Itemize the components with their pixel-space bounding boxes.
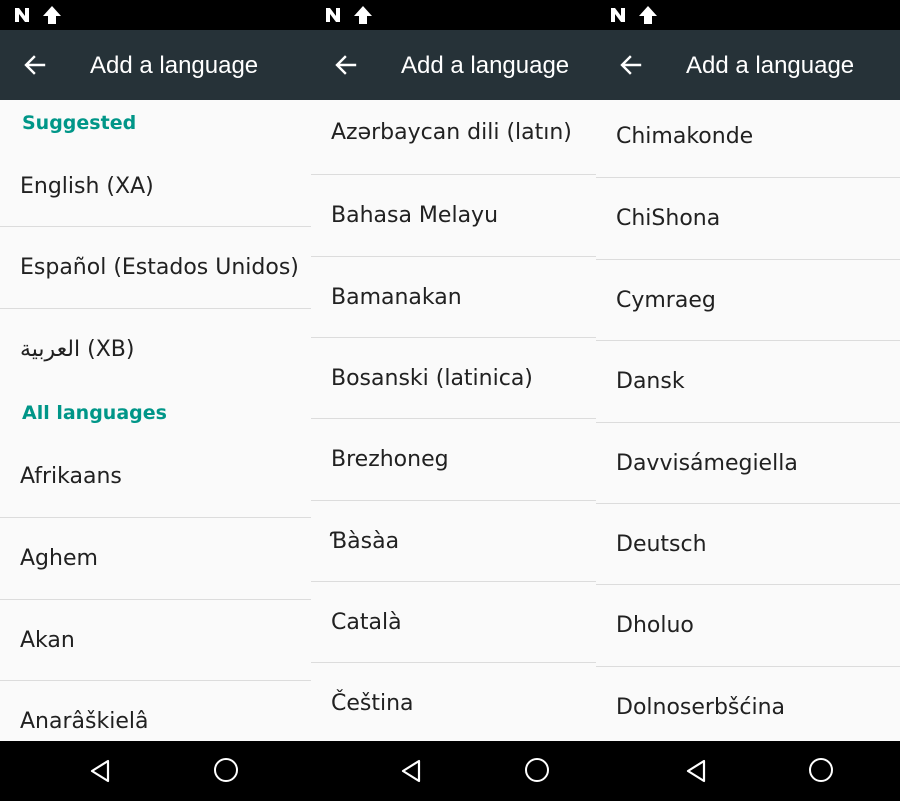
language-item[interactable]: Brezhoneg bbox=[311, 419, 596, 500]
page-title: Add a language bbox=[686, 52, 855, 79]
language-panel-2: Add a language Azərbaycan dili (latın) B… bbox=[311, 0, 596, 801]
language-item[interactable]: Dolnoserbšćina bbox=[596, 667, 900, 741]
triangle-back-icon[interactable] bbox=[684, 758, 710, 784]
language-panel-3: Add a language Chimakonde ChiShona Cymra… bbox=[596, 0, 900, 801]
app-bar: Add a language bbox=[311, 30, 596, 100]
language-item[interactable]: Aghem bbox=[0, 518, 311, 599]
language-item[interactable]: Akan bbox=[0, 600, 311, 681]
language-item[interactable]: Azərbaycan dili (latın) bbox=[311, 100, 596, 174]
home-circle-icon[interactable] bbox=[525, 758, 549, 782]
section-header-all-languages: All languages bbox=[22, 402, 167, 424]
notification-n-icon bbox=[15, 8, 29, 22]
navigation-bar bbox=[596, 741, 900, 801]
language-item[interactable]: Davvisámegiella bbox=[596, 423, 900, 503]
home-circle-icon[interactable] bbox=[214, 758, 238, 782]
language-item[interactable]: Ɓàsàa bbox=[311, 501, 596, 581]
language-item[interactable]: Afrikaans bbox=[0, 434, 311, 517]
upload-arrow-icon bbox=[43, 6, 61, 24]
language-item[interactable]: Español (Estados Unidos) bbox=[0, 227, 311, 308]
navigation-bar bbox=[311, 741, 596, 801]
language-item[interactable]: English (XA) bbox=[0, 142, 311, 226]
navigation-bar bbox=[0, 741, 311, 801]
language-list: Chimakonde ChiShona Cymraeg Dansk Davvis… bbox=[596, 100, 900, 741]
status-bar bbox=[311, 0, 596, 30]
language-list: Azərbaycan dili (latın) Bahasa Melayu Ba… bbox=[311, 100, 596, 741]
status-bar bbox=[596, 0, 900, 30]
page-title: Add a language bbox=[90, 52, 259, 79]
language-item[interactable]: Dholuo bbox=[596, 585, 900, 666]
language-item[interactable]: Bahasa Melayu bbox=[311, 175, 596, 256]
language-panel-1: Add a language Suggested English (XA) Es… bbox=[0, 0, 311, 801]
language-item[interactable]: Bosanski (latinica) bbox=[311, 338, 596, 418]
language-list: Suggested English (XA) Español (Estados … bbox=[0, 100, 311, 741]
back-arrow-icon[interactable] bbox=[620, 54, 642, 76]
notification-n-icon bbox=[326, 8, 340, 22]
app-bar: Add a language bbox=[0, 30, 311, 100]
language-item[interactable]: Dansk bbox=[596, 341, 900, 422]
upload-arrow-icon bbox=[354, 6, 372, 24]
language-item[interactable]: Deutsch bbox=[596, 504, 900, 584]
section-header-suggested: Suggested bbox=[22, 112, 137, 134]
language-item[interactable]: العربية (XB) bbox=[0, 309, 311, 390]
language-item[interactable]: Čeština bbox=[311, 663, 596, 741]
triangle-back-icon[interactable] bbox=[88, 758, 114, 784]
page-title: Add a language bbox=[401, 52, 570, 79]
back-arrow-icon[interactable] bbox=[335, 54, 357, 76]
back-arrow-icon[interactable] bbox=[24, 54, 46, 76]
language-item[interactable]: Bamanakan bbox=[311, 257, 596, 337]
notification-n-icon bbox=[611, 8, 625, 22]
language-item[interactable]: Cymraeg bbox=[596, 260, 900, 340]
language-item[interactable]: Chimakonde bbox=[596, 100, 900, 177]
upload-arrow-icon bbox=[639, 6, 657, 24]
status-bar bbox=[0, 0, 311, 30]
app-bar: Add a language bbox=[596, 30, 900, 100]
language-item[interactable]: ChiShona bbox=[596, 178, 900, 259]
language-item[interactable]: Català bbox=[311, 582, 596, 662]
home-circle-icon[interactable] bbox=[809, 758, 833, 782]
triangle-back-icon[interactable] bbox=[399, 758, 425, 784]
language-item[interactable]: Anarâškielâ bbox=[0, 681, 311, 741]
